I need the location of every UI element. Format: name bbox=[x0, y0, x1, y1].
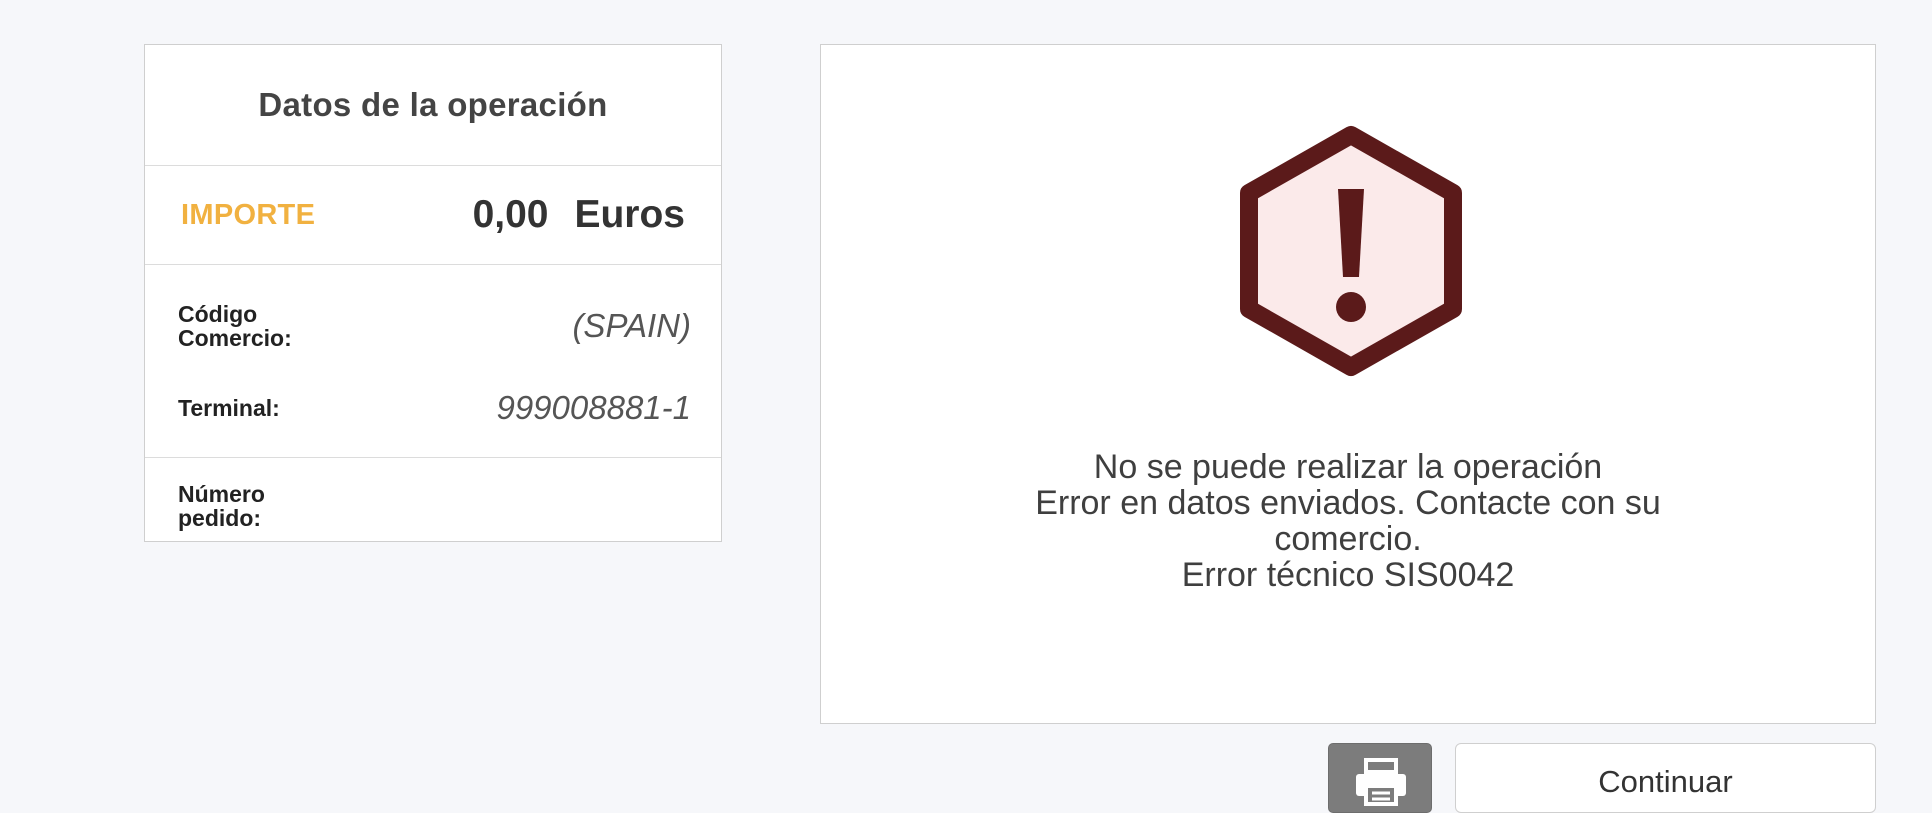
operation-data-title: Datos de la operación bbox=[145, 45, 721, 166]
amount-value: 0,00 Euros bbox=[473, 193, 685, 237]
error-code: Error técnico SIS0042 bbox=[1181, 556, 1515, 594]
commerce-code-value: (SPAIN) bbox=[572, 307, 691, 344]
continue-button[interactable]: Continuar bbox=[1455, 743, 1876, 813]
error-description: Error en datos enviados. Contacte con su… bbox=[1035, 484, 1661, 558]
error-title: No se puede realizar la operación bbox=[1093, 448, 1603, 486]
amount-label: IMPORTE bbox=[181, 198, 316, 231]
order-number-label: Número pedido: bbox=[178, 480, 265, 531]
warning-hexagon-icon bbox=[1240, 126, 1462, 376]
amount-currency: Euros bbox=[574, 193, 685, 236]
operation-details: Código Comercio: (SPAIN) Terminal: 99900… bbox=[145, 265, 721, 458]
error-message: No se puede realizar la operación Error … bbox=[821, 449, 1875, 593]
print-button[interactable] bbox=[1328, 743, 1432, 813]
amount-number: 0,00 bbox=[472, 193, 549, 236]
terminal-row: Terminal: 999008881-1 bbox=[145, 369, 721, 447]
error-panel: No se puede realizar la operación Error … bbox=[820, 44, 1876, 724]
amount-row: IMPORTE 0,00 Euros bbox=[145, 166, 721, 265]
terminal-value: 999008881-1 bbox=[496, 389, 691, 426]
commerce-code-row: Código Comercio: (SPAIN) bbox=[145, 283, 721, 369]
terminal-label: Terminal: bbox=[178, 395, 280, 421]
printer-icon bbox=[1356, 758, 1406, 806]
operation-data-card: Datos de la operación IMPORTE 0,00 Euros… bbox=[144, 44, 722, 542]
commerce-code-label: Código Comercio: bbox=[178, 301, 292, 351]
order-number-row: Número pedido: bbox=[145, 458, 721, 553]
